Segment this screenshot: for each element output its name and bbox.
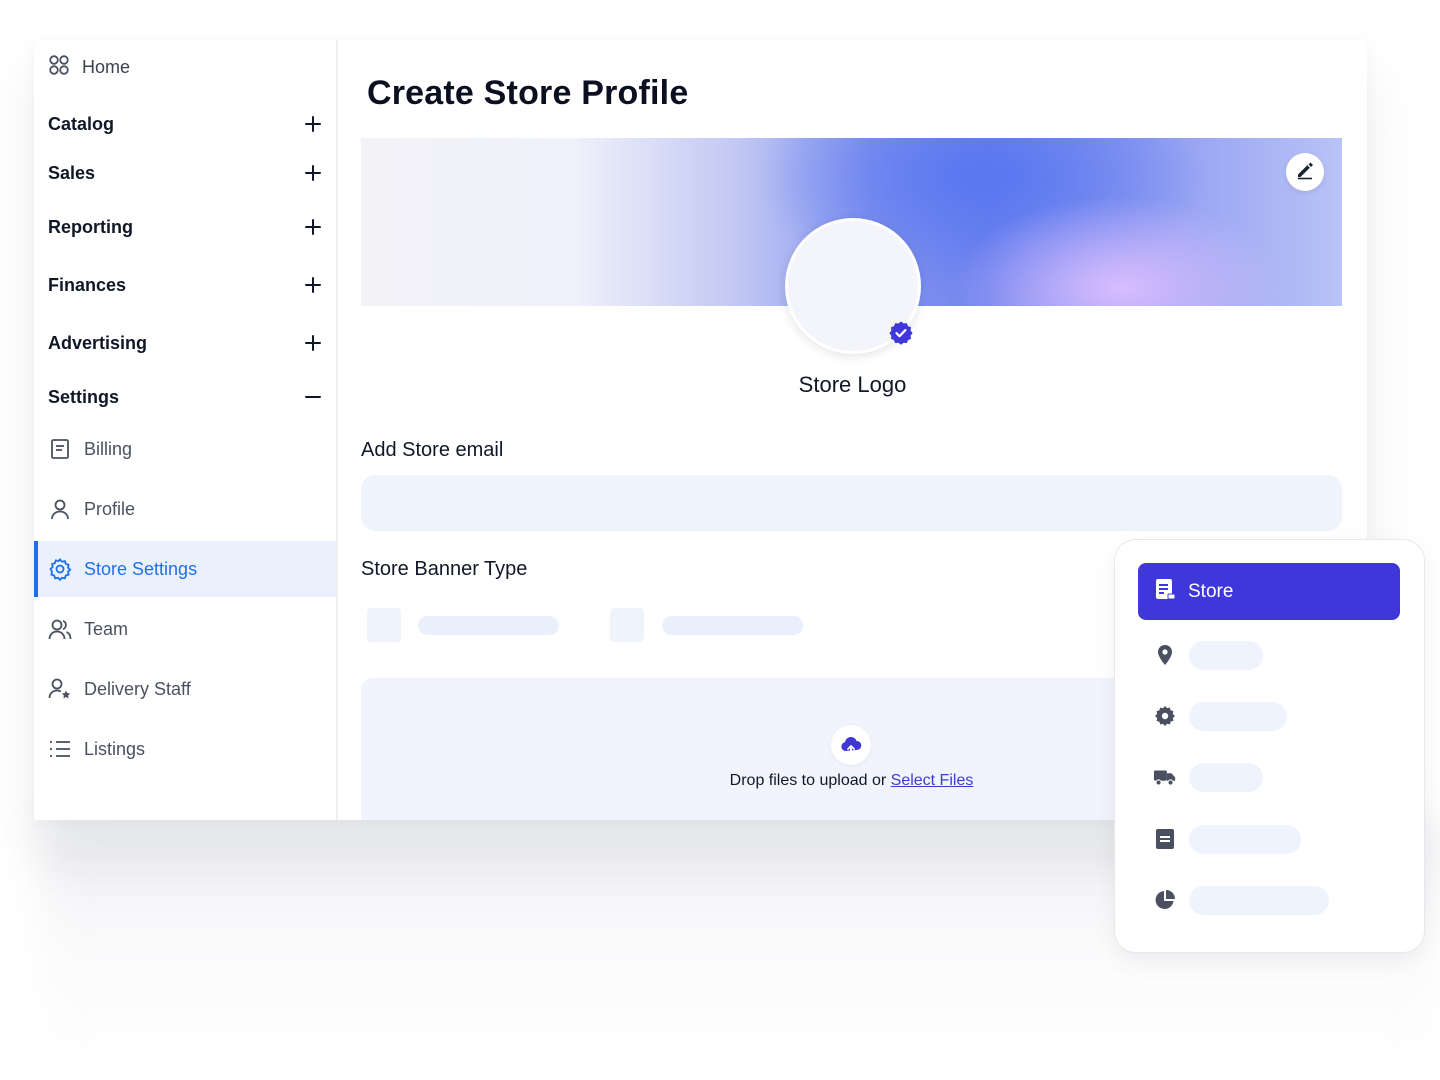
select-files-link[interactable]: Select Files	[891, 772, 974, 789]
sidebar-item-billing[interactable]: Billing	[34, 421, 336, 477]
section-label: Settings	[48, 386, 120, 407]
banner-type-option-2-radio[interactable]	[610, 608, 644, 642]
sidebar-item-label: Listings	[84, 738, 146, 759]
menu-item-placeholder	[1189, 640, 1263, 670]
plus-icon[interactable]	[304, 164, 322, 182]
plus-icon[interactable]	[304, 115, 322, 133]
sidebar-section-catalog[interactable]: Catalog	[48, 109, 322, 139]
truck-icon	[1153, 765, 1177, 789]
sidebar-item-listings[interactable]: Listings	[34, 721, 336, 777]
grid-icon	[48, 54, 70, 81]
sidebar-item-label: Home	[82, 56, 131, 77]
menu-item-reports[interactable]	[1153, 885, 1329, 915]
store-logo-label: Store Logo	[798, 372, 907, 397]
sidebar-item-label: Store Settings	[84, 558, 198, 579]
sidebar-section-finances[interactable]: Finances	[48, 270, 322, 300]
pencil-icon	[1295, 160, 1315, 185]
sidebar: Home Catalog Sales Reporting Finances Ad…	[34, 40, 338, 820]
location-pin-icon	[1153, 643, 1177, 667]
floating-menu-panel: Store	[1114, 539, 1425, 953]
sidebar-item-team[interactable]: Team	[34, 601, 336, 657]
section-label: Reporting	[48, 216, 133, 237]
store-document-icon	[1154, 578, 1176, 606]
page-title: Create Store Profile	[367, 74, 689, 112]
gear-icon	[1153, 704, 1177, 728]
list-icon	[48, 737, 72, 761]
gear-icon	[48, 557, 72, 581]
menu-item-location[interactable]	[1153, 640, 1263, 670]
menu-item-label: Store	[1188, 580, 1234, 602]
menu-item-placeholder	[1189, 824, 1301, 854]
user-icon	[48, 497, 72, 521]
sidebar-item-label: Billing	[84, 438, 133, 459]
document-icon	[48, 437, 72, 461]
sidebar-section-advertising[interactable]: Advertising	[48, 328, 322, 358]
document-icon	[1153, 827, 1177, 851]
section-label: Finances	[48, 274, 127, 295]
pie-chart-icon	[1153, 888, 1177, 912]
sidebar-item-home[interactable]: Home	[48, 54, 130, 80]
banner-type-label: Store Banner Type	[361, 558, 528, 580]
active-indicator	[34, 541, 38, 597]
verified-badge-icon	[888, 320, 914, 346]
menu-item-documents[interactable]	[1153, 824, 1301, 854]
sidebar-item-label: Profile	[84, 498, 136, 519]
section-label: Catalog	[48, 113, 115, 134]
section-label: Advertising	[48, 332, 148, 353]
dropzone-instruction: Drop files to upload or	[729, 772, 887, 789]
sidebar-section-sales[interactable]: Sales	[48, 158, 322, 188]
users-icon	[48, 617, 72, 641]
plus-icon[interactable]	[304, 218, 322, 236]
edit-banner-button[interactable]	[1286, 153, 1324, 191]
menu-item-delivery[interactable]	[1153, 762, 1263, 792]
sidebar-item-label: Team	[84, 618, 129, 639]
minus-icon[interactable]	[304, 388, 322, 406]
store-email-input[interactable]	[361, 475, 1342, 531]
menu-item-store[interactable]: Store	[1138, 563, 1400, 620]
section-label: Sales	[48, 162, 96, 183]
cloud-upload-icon	[831, 725, 871, 765]
menu-item-placeholder	[1189, 762, 1263, 792]
banner-type-option-2-placeholder	[662, 616, 803, 635]
banner-type-option-1-radio[interactable]	[367, 608, 401, 642]
menu-item-settings[interactable]	[1153, 701, 1287, 731]
banner-type-option-1-placeholder	[418, 616, 559, 635]
sidebar-section-settings[interactable]: Settings	[48, 382, 322, 412]
user-star-icon	[48, 677, 72, 701]
menu-item-placeholder	[1189, 701, 1287, 731]
sidebar-item-delivery-staff[interactable]: Delivery Staff	[34, 661, 336, 717]
sidebar-section-reporting[interactable]: Reporting	[48, 212, 322, 242]
plus-icon[interactable]	[304, 276, 322, 294]
plus-icon[interactable]	[304, 334, 322, 352]
sidebar-item-label: Delivery Staff	[84, 678, 191, 699]
sidebar-item-profile[interactable]: Profile	[34, 481, 336, 537]
menu-item-placeholder	[1189, 885, 1329, 915]
email-label: Add Store email	[361, 439, 504, 461]
sidebar-item-store-settings[interactable]: Store Settings	[34, 541, 336, 597]
